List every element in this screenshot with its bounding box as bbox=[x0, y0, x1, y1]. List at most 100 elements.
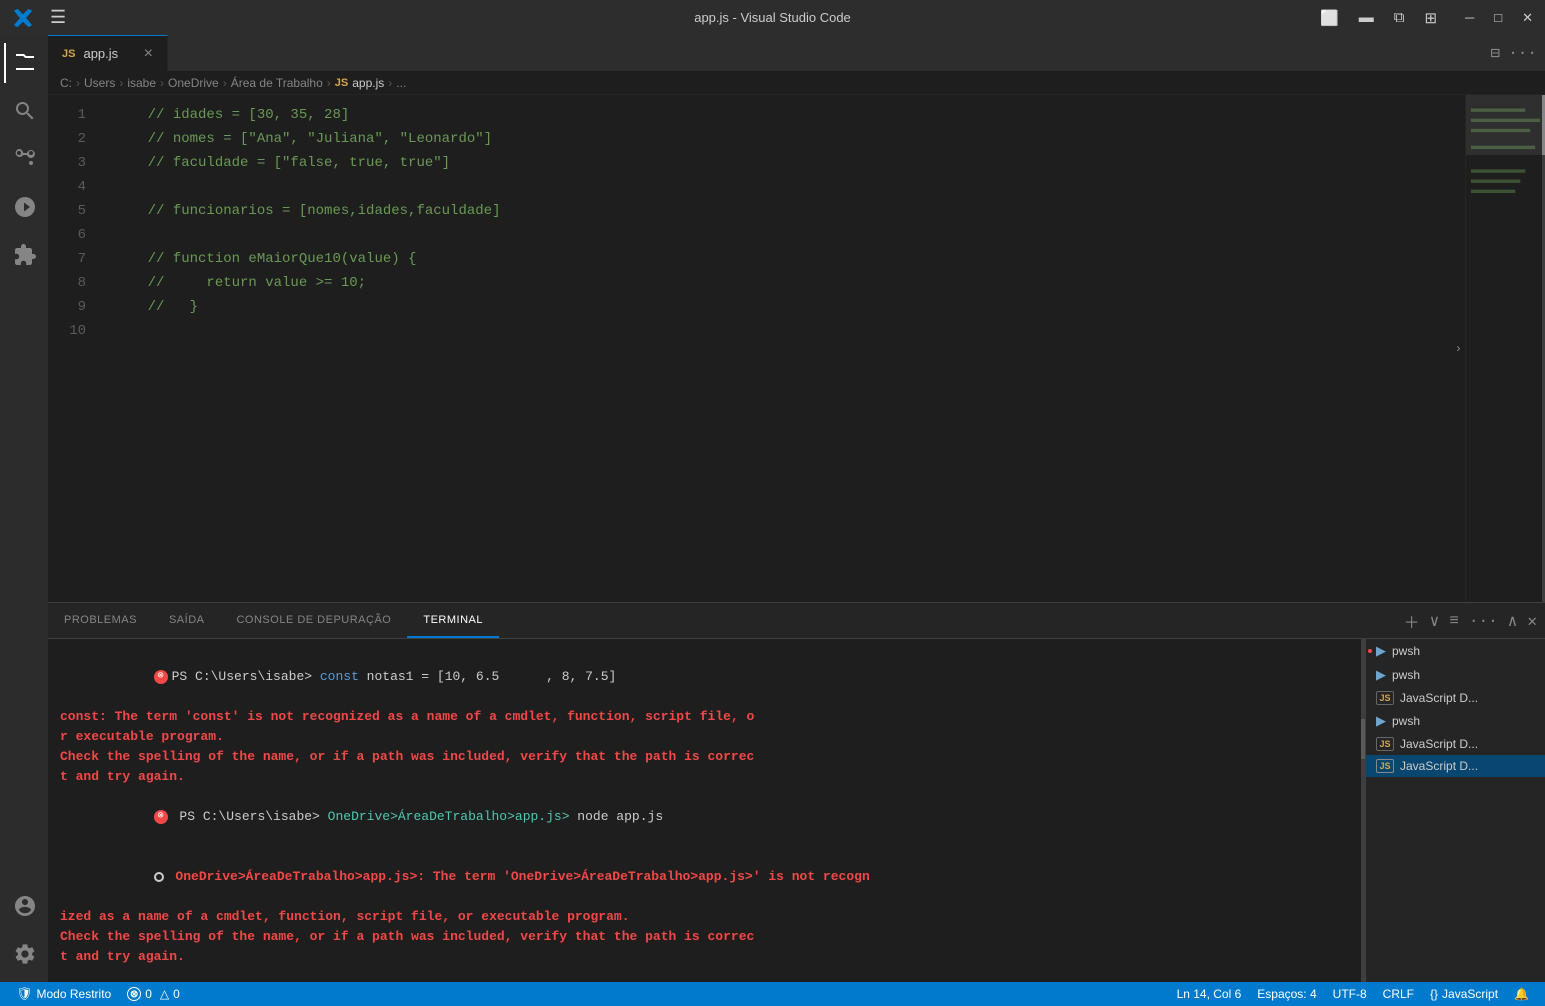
breadcrumb-js-icon: JS bbox=[335, 77, 348, 89]
breadcrumb-ellipsis[interactable]: ... bbox=[396, 76, 406, 90]
panel-tabs: PROBLEMAS SAÍDA CONSOLE DE DEPURAÇÃO TER… bbox=[48, 603, 1545, 639]
split-terminal-icon[interactable]: ≡ bbox=[1449, 612, 1459, 630]
status-bar: 🛡 Modo Restrito ⊗ 0 △ 0 Ln 14, Col 6 Esp… bbox=[0, 982, 1545, 1006]
layout-panels-icon[interactable]: ⬜ bbox=[1320, 9, 1339, 27]
code-line-2: // nomes = ["Ana", "Juliana", "Leonardo"… bbox=[114, 127, 1465, 151]
terminal-output[interactable]: ⊗PS C:\Users\isabe> const notas1 = [10, … bbox=[48, 639, 1361, 982]
launch-profile-icon[interactable]: ∨ bbox=[1430, 611, 1440, 631]
status-restricted-label: Modo Restrito bbox=[37, 987, 112, 1001]
editor-area: 1 2 3 4 5 6 7 8 9 10 // idades = [30, 35… bbox=[48, 95, 1545, 602]
status-line-ending[interactable]: CRLF bbox=[1375, 982, 1422, 1006]
settings-icon[interactable] bbox=[4, 934, 44, 974]
shell-label-js3: JavaScript D... bbox=[1400, 759, 1478, 773]
titlebar-left: ☰ bbox=[12, 7, 66, 29]
layout-custom-icon[interactable]: ⊞ bbox=[1424, 9, 1437, 27]
terminal-line-1: ⊗PS C:\Users\isabe> const notas1 = [10, … bbox=[60, 647, 1349, 707]
status-position[interactable]: Ln 14, Col 6 bbox=[1169, 982, 1250, 1006]
shell-label-pwsh1: pwsh bbox=[1392, 644, 1420, 658]
maximize-panel-icon[interactable]: ∧ bbox=[1508, 611, 1518, 631]
tab-output[interactable]: SAÍDA bbox=[153, 603, 221, 638]
shell-item-pwsh2[interactable]: ▶ pwsh bbox=[1366, 663, 1545, 687]
shell-item-js3[interactable]: JS JavaScript D... bbox=[1366, 755, 1545, 777]
shell-item-js2[interactable]: JS JavaScript D... bbox=[1366, 733, 1545, 755]
status-error-count: 0 bbox=[145, 987, 152, 1001]
shell-item-pwsh1[interactable]: ▶ pwsh bbox=[1366, 639, 1545, 663]
shell-item-js1[interactable]: JS JavaScript D... bbox=[1366, 687, 1545, 709]
panel-actions: ＋ ∨ ≡ ··· ∧ ✕ bbox=[1396, 603, 1545, 638]
menu-icon[interactable]: ☰ bbox=[50, 7, 66, 29]
status-error-icon: ⊗ bbox=[127, 987, 141, 1001]
search-icon[interactable] bbox=[4, 91, 44, 131]
code-content[interactable]: // idades = [30, 35, 28] // nomes = ["An… bbox=[98, 95, 1465, 602]
breadcrumb-file[interactable]: app.js bbox=[352, 76, 384, 90]
tab-terminal[interactable]: TERMINAL bbox=[407, 603, 499, 638]
terminal-error-7: t and try again. bbox=[60, 947, 1349, 967]
account-icon[interactable] bbox=[4, 886, 44, 926]
status-language[interactable]: {} JavaScript bbox=[1422, 982, 1506, 1006]
status-position-label: Ln 14, Col 6 bbox=[1177, 987, 1242, 1001]
shell-label-js2: JavaScript D... bbox=[1400, 737, 1478, 751]
code-line-9: // } bbox=[114, 295, 1465, 319]
layout-sidebar-icon[interactable]: ▬ bbox=[1359, 9, 1374, 26]
tab-close-button[interactable]: × bbox=[144, 46, 153, 62]
expand-panel-icon[interactable]: › bbox=[1455, 342, 1462, 356]
extensions-icon[interactable] bbox=[4, 235, 44, 275]
status-restricted-mode[interactable]: 🛡 Modo Restrito bbox=[8, 982, 119, 1006]
breadcrumb-users[interactable]: Users bbox=[84, 76, 115, 90]
terminal-error-5: ized as a name of a cmdlet, function, sc… bbox=[60, 907, 1349, 927]
titlebar-title: app.js - Visual Studio Code bbox=[694, 10, 851, 25]
line-num-8: 8 bbox=[48, 271, 86, 295]
tab-bar: JS app.js × ⊟ ··· bbox=[48, 35, 1545, 71]
editor-main[interactable]: 1 2 3 4 5 6 7 8 9 10 // idades = [30, 35… bbox=[48, 95, 1465, 602]
vscode-logo-icon bbox=[12, 7, 34, 29]
code-line-3: // faculdade = ["false, true, true"] bbox=[114, 151, 1465, 175]
shell-item-pwsh3[interactable]: ▶ pwsh bbox=[1366, 709, 1545, 733]
source-control-icon[interactable] bbox=[4, 139, 44, 179]
js-icon-1: JS bbox=[1376, 691, 1394, 705]
pwsh-icon-2: ▶ bbox=[1376, 667, 1386, 683]
more-actions-icon[interactable]: ··· bbox=[1508, 44, 1537, 62]
shell-label-pwsh3: pwsh bbox=[1392, 714, 1420, 728]
close-button[interactable]: ✕ bbox=[1522, 10, 1533, 26]
tab-debug-console[interactable]: CONSOLE DE DEPURAÇÃO bbox=[220, 603, 407, 638]
tab-appjs[interactable]: JS app.js × bbox=[48, 35, 168, 71]
breadcrumb-area[interactable]: Área de Trabalho bbox=[231, 76, 323, 90]
status-encoding[interactable]: UTF-8 bbox=[1325, 982, 1375, 1006]
maximize-button[interactable]: □ bbox=[1494, 10, 1502, 25]
run-icon[interactable] bbox=[4, 187, 44, 227]
status-spaces-label: Espaços: 4 bbox=[1257, 987, 1316, 1001]
panel-area: PROBLEMAS SAÍDA CONSOLE DE DEPURAÇÃO TER… bbox=[48, 602, 1545, 982]
breadcrumb-c[interactable]: C: bbox=[60, 76, 72, 90]
more-icon[interactable]: ··· bbox=[1469, 612, 1498, 630]
status-spaces[interactable]: Espaços: 4 bbox=[1249, 982, 1324, 1006]
split-editor-icon[interactable]: ⊟ bbox=[1491, 43, 1501, 63]
terminal-error-1: const: The term 'const' is not recognize… bbox=[60, 707, 1349, 727]
breadcrumb-isabe[interactable]: isabe bbox=[127, 76, 156, 90]
terminal-error-3: Check the spelling of the name, or if a … bbox=[60, 747, 1349, 767]
titlebar-controls: ⬜ ▬ ⧉ ⊞ ─ □ ✕ bbox=[1320, 9, 1533, 27]
terminal-scrollbar-thumb bbox=[1361, 719, 1365, 759]
line-num-10: 10 bbox=[48, 319, 86, 343]
content-area: JS app.js × ⊟ ··· C: › Users › isabe › O… bbox=[48, 35, 1545, 982]
new-terminal-icon[interactable]: ＋ bbox=[1404, 609, 1420, 633]
terminal-error-2: r executable program. bbox=[60, 727, 1349, 747]
minimize-button[interactable]: ─ bbox=[1465, 10, 1474, 25]
terminal-final-prompt: PS C:\Users\isabe> bbox=[60, 967, 1349, 982]
term-prompt-2: PS C:\Users\isabe> bbox=[172, 809, 320, 824]
main-layout: JS app.js × ⊟ ··· C: › Users › isabe › O… bbox=[0, 35, 1545, 982]
shell-label-pwsh2: pwsh bbox=[1392, 668, 1420, 682]
error-icon-2: ⊗ bbox=[154, 810, 168, 824]
js-icon-2: JS bbox=[1376, 737, 1394, 751]
explorer-icon[interactable] bbox=[4, 43, 44, 83]
tab-actions: ⊟ ··· bbox=[1483, 35, 1545, 71]
code-line-8: // return value >= 10; bbox=[114, 271, 1465, 295]
breadcrumb-onedrive[interactable]: OneDrive bbox=[168, 76, 219, 90]
tab-problems[interactable]: PROBLEMAS bbox=[48, 603, 153, 638]
code-line-5: // funcionarios = [nomes,idades,faculdad… bbox=[114, 199, 1465, 223]
status-errors[interactable]: ⊗ 0 △ 0 bbox=[119, 982, 188, 1006]
close-panel-icon[interactable]: ✕ bbox=[1527, 611, 1537, 631]
pwsh-icon-3: ▶ bbox=[1376, 713, 1386, 729]
terminal-error-4: t and try again. bbox=[60, 767, 1349, 787]
layout-split-icon[interactable]: ⧉ bbox=[1394, 9, 1405, 26]
status-notifications-icon[interactable]: 🔔 bbox=[1506, 982, 1537, 1006]
